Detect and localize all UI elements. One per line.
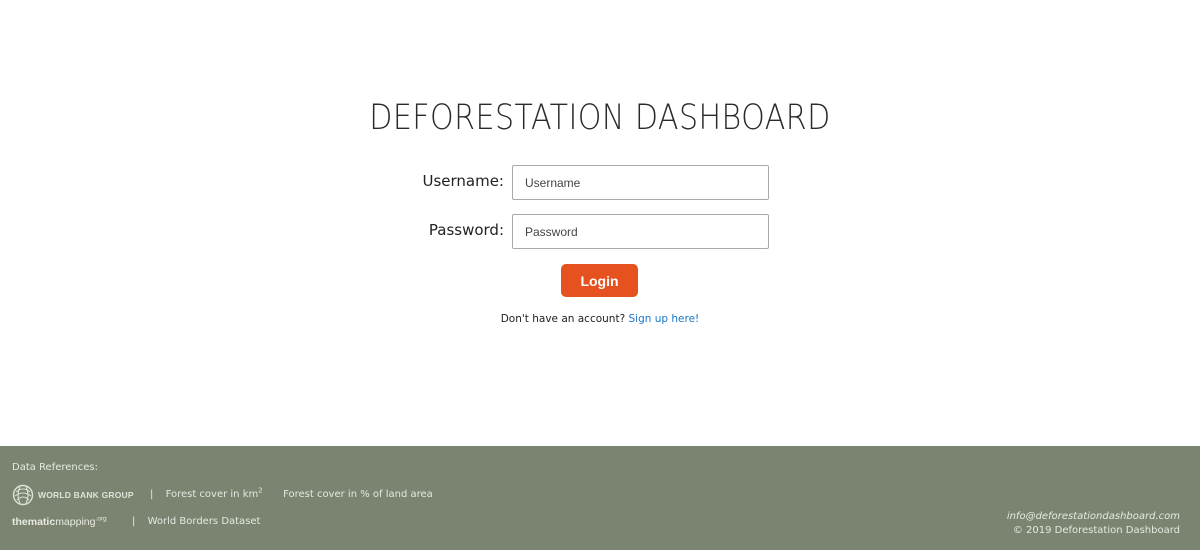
copyright: © 2019 Deforestation Dashboard bbox=[1012, 525, 1180, 536]
thematic-logo-rest: mapping bbox=[55, 516, 96, 528]
login-button[interactable]: Login bbox=[561, 264, 638, 297]
thematic-mapping-link[interactable]: thematicmapping.org bbox=[12, 516, 107, 528]
forest-cover-km-link[interactable]: Forest cover in km2 bbox=[166, 486, 263, 500]
separator: | bbox=[132, 516, 136, 527]
password-row: Password: bbox=[0, 214, 1200, 249]
signup-text: Don't have an account? bbox=[500, 313, 626, 325]
data-references-title: Data References: bbox=[12, 462, 98, 473]
contact-info: info@deforestationdashboard.com © 2019 D… bbox=[1007, 510, 1180, 538]
signup-link[interactable]: Sign up here! bbox=[629, 313, 700, 325]
world-bank-logo-text: WORLD BANK GROUP bbox=[38, 490, 134, 500]
forest-cover-percent-link[interactable]: Forest cover in % of land area bbox=[283, 489, 433, 500]
separator: | bbox=[150, 489, 154, 500]
superscript: 2 bbox=[258, 486, 263, 495]
signup-prompt: Don't have an account? Sign up here! bbox=[0, 313, 1200, 325]
username-label: Username: bbox=[422, 172, 504, 190]
contact-email[interactable]: info@deforestationdashboard.com bbox=[1007, 510, 1180, 524]
thematic-logo-org: .org bbox=[95, 515, 107, 523]
thematic-references: | World Borders Dataset bbox=[132, 516, 260, 527]
password-label: Password: bbox=[428, 221, 504, 239]
world-bank-link[interactable]: WORLD BANK GROUP bbox=[12, 484, 134, 506]
world-bank-references: | Forest cover in km2 Forest cover in % … bbox=[150, 486, 433, 500]
username-row: Username: bbox=[0, 165, 1200, 200]
login-page: DEFORESTATION DASHBOARD Username: Passwo… bbox=[0, 0, 1200, 446]
world-bank-globe-icon bbox=[12, 484, 34, 506]
username-input[interactable] bbox=[512, 165, 769, 200]
password-input[interactable] bbox=[512, 214, 769, 249]
thematic-logo-bold: thematic bbox=[12, 516, 56, 528]
world-borders-link[interactable]: World Borders Dataset bbox=[148, 516, 261, 527]
footer: Data References: WORLD BANK GROUP | Fore… bbox=[0, 446, 1200, 550]
page-title: DEFORESTATION DASHBOARD bbox=[369, 98, 831, 138]
